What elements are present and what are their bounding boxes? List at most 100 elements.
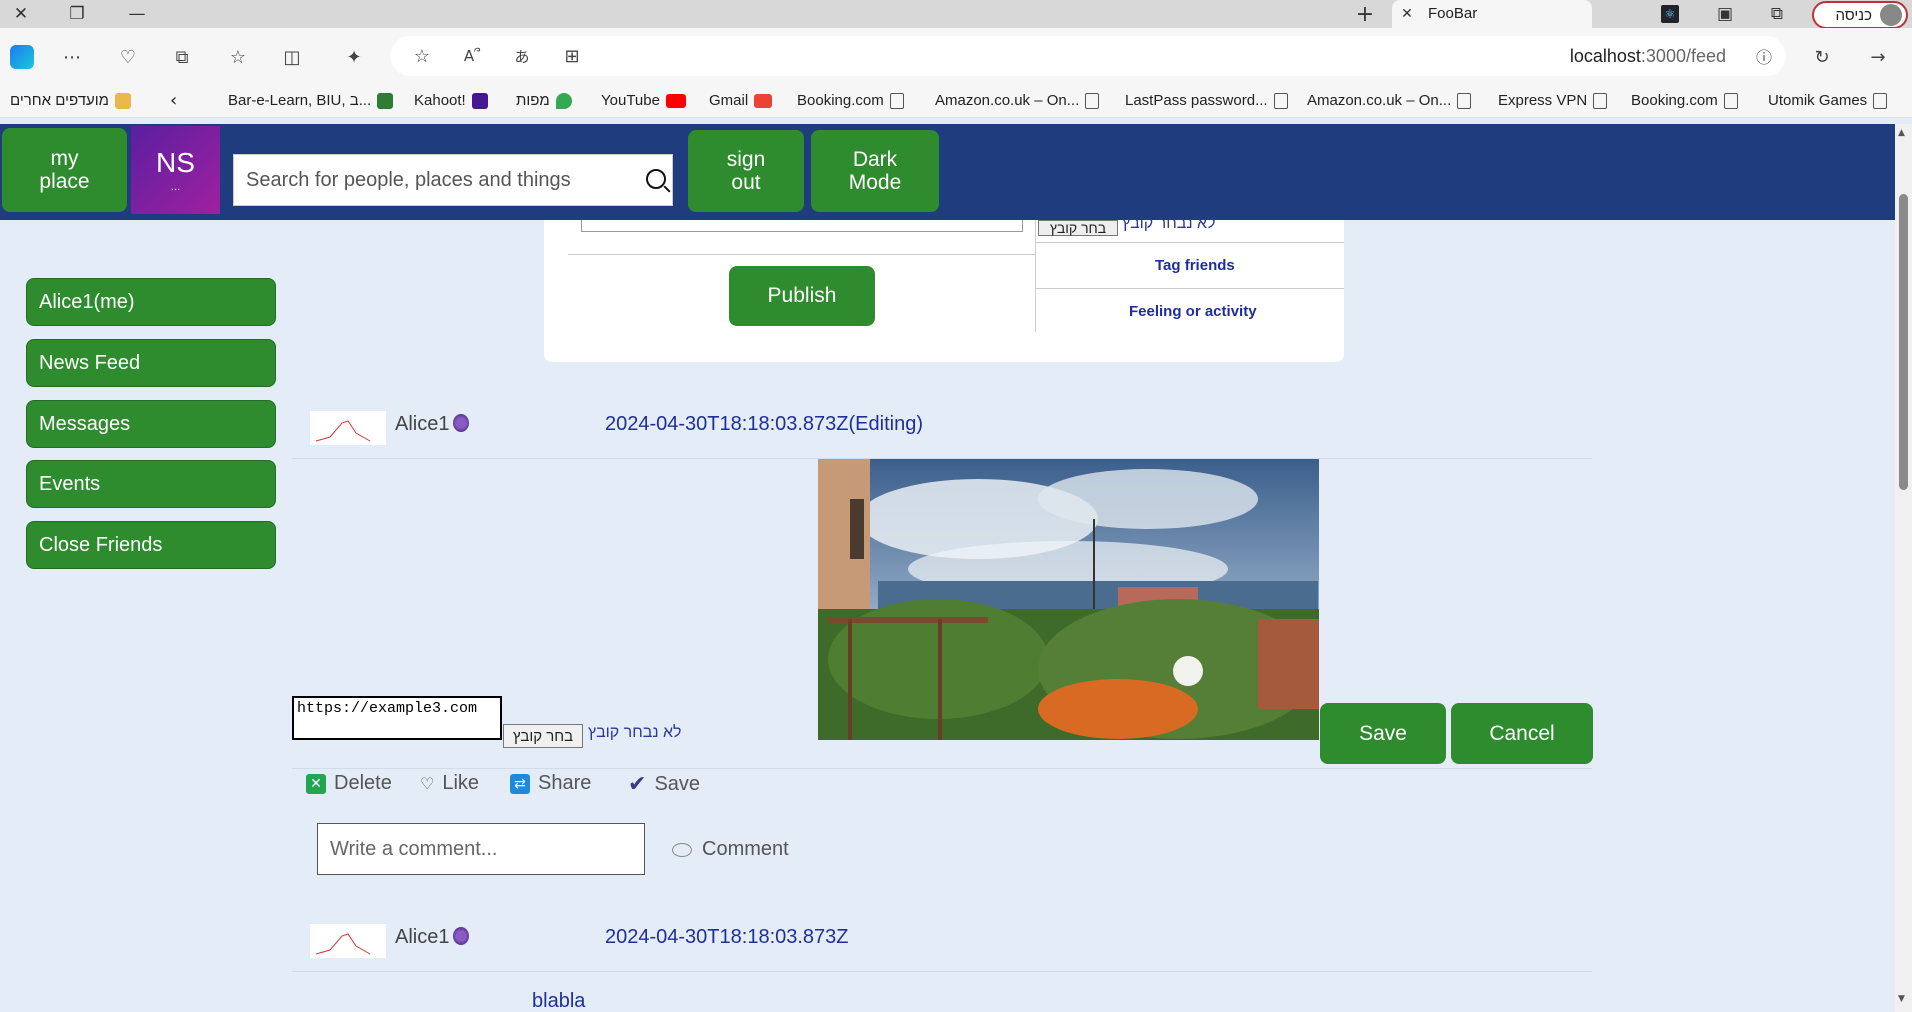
profile-button[interactable]: כניסה (1812, 1, 1908, 29)
sidebar-item-events[interactable]: Events (26, 460, 276, 508)
save-post-button[interactable]: ✔ Save (628, 772, 700, 797)
save-edit-button[interactable]: Save (1320, 703, 1446, 764)
minimize-window-icon[interactable]: — (122, 0, 152, 28)
post-text: blabla (532, 990, 586, 1012)
like-button[interactable]: ♡ Like (420, 772, 479, 795)
comment-button[interactable]: Comment (672, 838, 789, 861)
bookmark-item[interactable]: Booking.com (1631, 92, 1738, 109)
search-input[interactable] (246, 168, 646, 192)
workspaces-icon[interactable]: ⧉ (1762, 0, 1792, 28)
bookmark-item[interactable]: LastPass password... (1125, 92, 1288, 109)
dark-mode-button[interactable]: Dark Mode (811, 130, 939, 212)
read-aloud-icon[interactable]: A՞ (454, 38, 490, 74)
scroll-down-icon[interactable]: ▼ (1898, 994, 1905, 1004)
heart-icon: ♡ (420, 774, 435, 793)
comment-input[interactable] (317, 823, 645, 875)
chevron-left-icon[interactable]: ‹ (170, 90, 177, 111)
bookmark-item[interactable]: Gmail (709, 92, 773, 109)
sidebar-item-close-friends[interactable]: Close Friends (26, 521, 276, 569)
url-text[interactable]: localhost:3000/feed (1570, 46, 1726, 67)
page-icon (1085, 92, 1100, 109)
publish-button[interactable]: Publish (729, 266, 875, 326)
translate-icon[interactable]: あ (504, 38, 540, 74)
post-author[interactable]: Alice1 (395, 413, 470, 436)
search-icon[interactable] (646, 169, 666, 189)
page-scrollbar[interactable]: ▲ ▼ (1895, 124, 1912, 1012)
browser-tab[interactable]: ✕ FooBar (1392, 0, 1592, 28)
sign-out-button[interactable]: sign out (688, 130, 804, 212)
bookmark-item[interactable]: Utomik Games (1768, 92, 1888, 109)
logo: NS ▪ ▪ ▪ (131, 126, 220, 214)
other-favorites-folder[interactable]: מועדפים אחרים (10, 92, 131, 109)
bookmark-item[interactable]: YouTube (601, 92, 686, 109)
react-devtools-icon[interactable]: ⚛ (1655, 0, 1685, 28)
bookmark-item[interactable]: Bar-e-Learn, BIU, ב... (228, 92, 394, 109)
post-author[interactable]: Alice1 (395, 926, 470, 949)
bookmark-item[interactable]: Express VPN (1498, 92, 1608, 109)
edit-url-textarea[interactable] (292, 696, 502, 740)
site-info-icon[interactable]: ⓘ (1746, 38, 1782, 74)
kahoot-icon (471, 92, 488, 109)
grapes-icon (453, 414, 470, 432)
app-available-icon[interactable]: ⊞ (554, 38, 590, 74)
delete-post-button[interactable]: ✕ Delete (306, 772, 392, 795)
bookmark-item[interactable]: Kahoot! (414, 92, 488, 109)
browser-essentials-icon[interactable]: ♡ (110, 39, 146, 75)
post-timestamp: 2024-04-30T18:18:03.873Z(Editing) (605, 413, 923, 435)
forward-icon[interactable]: → (1860, 39, 1896, 75)
maps-icon (555, 92, 572, 109)
sidebar-item-profile[interactable]: Alice1(me) (26, 278, 276, 326)
comment-bubble-icon (672, 842, 692, 857)
restore-window-icon[interactable]: ❐ (62, 0, 92, 28)
choose-file-button[interactable]: בחר קובץ (1038, 220, 1118, 236)
refresh-icon[interactable]: ↻ (1804, 39, 1840, 75)
split-screen-icon[interactable]: ◫ (274, 39, 310, 75)
grapes-icon (453, 927, 470, 945)
gmail-icon (754, 93, 773, 108)
post-composer: בחר קובץ לא נבחר קובץ Tag friends Feelin… (544, 215, 1344, 362)
page-icon (1723, 92, 1738, 109)
app-header: my place NS ▪ ▪ ▪ sign out Dark Mode (0, 124, 1895, 220)
edit-choose-file-button[interactable]: בחר קובץ (503, 724, 583, 748)
bookmark-item[interactable]: Amazon.co.uk – On... (1307, 92, 1472, 109)
bookmark-item[interactable]: Amazon.co.uk – On... (935, 92, 1100, 109)
collections-icon[interactable]: ⧉ (164, 39, 200, 75)
new-tab-icon[interactable]: + (1350, 0, 1380, 28)
scroll-up-icon[interactable]: ▲ (1898, 128, 1905, 138)
bookmark-item[interactable]: מפות (516, 92, 572, 109)
post-header: Alice1 2024-04-30T18:18:03.873Z(Editing) (292, 391, 1592, 459)
extensions-icon[interactable]: ✦ (336, 39, 372, 75)
favorites-icon[interactable]: ☆ (220, 39, 256, 75)
address-bar[interactable]: ☆ A՞ あ ⊞ localhost:3000/feed ⓘ (390, 36, 1786, 76)
tab-actions-icon[interactable]: ▣ (1710, 0, 1740, 28)
composer-text-input[interactable] (581, 220, 1023, 232)
post-header: Alice1 2024-04-30T18:18:03.873Z (292, 904, 1592, 972)
edit-no-file-label: לא נבחר קובץ (588, 724, 682, 741)
page-icon (1593, 92, 1608, 109)
add-favorite-icon[interactable]: ☆ (404, 38, 440, 74)
more-menu-icon[interactable]: ⋯ (54, 39, 90, 75)
checkmark-icon: ✔ (628, 772, 647, 797)
search-box[interactable] (233, 154, 673, 206)
sidebar-item-messages[interactable]: Messages (26, 400, 276, 448)
my-place-button[interactable]: my place (2, 128, 127, 212)
page-icon (1273, 92, 1288, 109)
youtube-icon (665, 93, 686, 108)
post-image (818, 459, 1319, 740)
page-icon (1457, 92, 1472, 109)
bookmark-item[interactable]: Booking.com (797, 92, 904, 109)
tag-friends-link[interactable]: Tag friends (1155, 257, 1235, 274)
close-window-icon[interactable]: ✕ (6, 0, 36, 28)
browser-toolbar: ⋯ ♡ ⧉ ☆ ◫ ✦ ☆ A՞ あ ⊞ localhost:3000/feed… (0, 28, 1912, 86)
copilot-icon[interactable] (4, 39, 40, 75)
page-icon (1873, 92, 1888, 109)
share-button[interactable]: ⇄ Share (510, 772, 591, 795)
scrollbar-thumb[interactable] (1899, 194, 1908, 490)
close-tab-icon[interactable]: ✕ (1392, 0, 1422, 28)
feeling-activity-link[interactable]: Feeling or activity (1129, 303, 1257, 320)
cancel-edit-button[interactable]: Cancel (1451, 703, 1593, 764)
bar-elearn-icon (377, 92, 394, 109)
avatar (1880, 4, 1902, 26)
sidebar-item-news-feed[interactable]: News Feed (26, 339, 276, 387)
post-author-thumbnail (310, 924, 386, 958)
